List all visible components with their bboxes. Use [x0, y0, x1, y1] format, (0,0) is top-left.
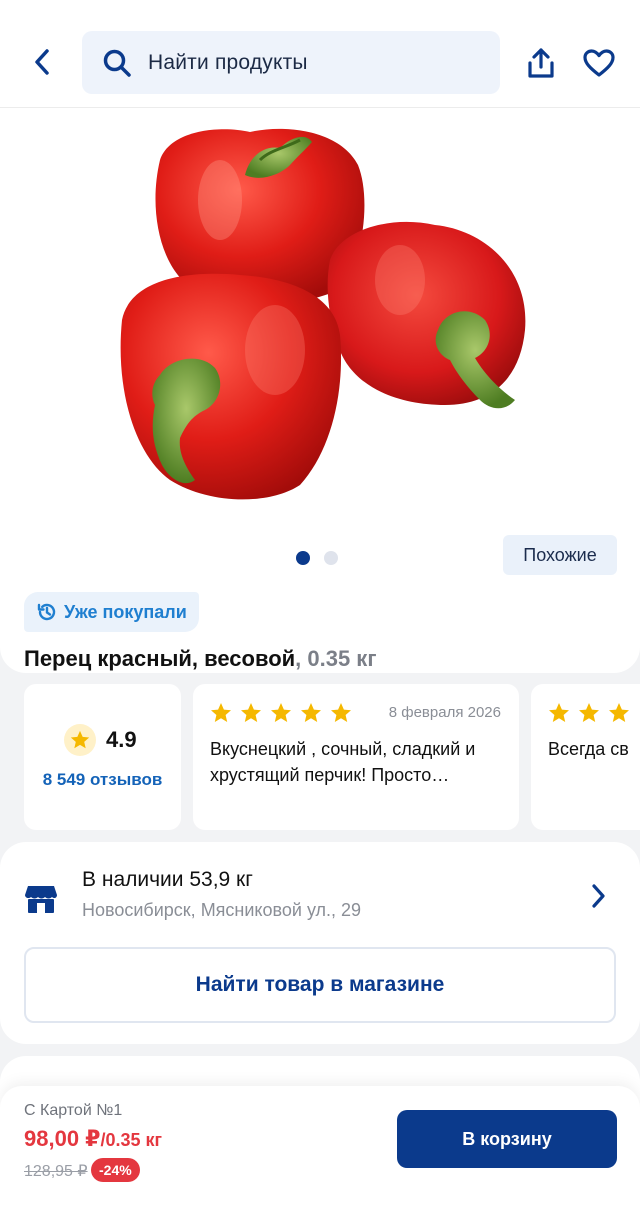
already-bought-badge: Уже покупали — [24, 592, 199, 632]
search-icon — [103, 49, 131, 77]
already-bought-label: Уже покупали — [64, 601, 187, 622]
review-text: Вкуснецкий , сочный, сладкий и хрустящий… — [210, 739, 476, 785]
review-card[interactable]: 8 февраля 2026 Вкуснецкий , сочный, слад… — [193, 684, 519, 830]
share-icon — [528, 48, 554, 78]
rating-star — [64, 724, 96, 756]
favorite-button[interactable] — [580, 44, 618, 82]
search-placeholder: Найти продукты — [148, 50, 308, 74]
product-weight: , 0.35 кг — [295, 646, 377, 671]
star-icon — [301, 703, 321, 722]
add-to-cart-button[interactable]: В корзину — [397, 1110, 617, 1168]
price-value: 98,00 ₽ — [24, 1126, 101, 1151]
star-icon — [211, 703, 231, 722]
availability-card: В наличии 53,9 кг Новосибирск, Мясниково… — [0, 842, 640, 1044]
price-unit: /0.35 кг — [100, 1130, 163, 1150]
review-card[interactable]: Всегда св — [531, 684, 640, 830]
review-text: Всегда св — [548, 739, 629, 759]
rating-value: 4.9 — [106, 727, 137, 752]
star-icon — [241, 703, 261, 722]
search-input[interactable]: Найти продукты — [82, 31, 500, 94]
gallery-dot[interactable] — [324, 551, 338, 565]
review-date: 8 февраля 2026 — [388, 704, 501, 721]
top-bar: Найти продукты — [0, 0, 640, 108]
discount-badge: -24% — [91, 1158, 140, 1182]
share-button[interactable] — [522, 44, 560, 82]
back-button[interactable] — [22, 40, 62, 84]
store-details-button[interactable] — [586, 882, 610, 910]
store-address: Новосибирск, Мясниковой ул., 29 — [82, 900, 362, 920]
similar-button[interactable]: Похожие — [503, 535, 617, 575]
chevron-left-icon — [35, 49, 49, 75]
chevron-right-icon — [592, 884, 605, 908]
price: 98,00 ₽/0.35 кг — [24, 1126, 162, 1152]
review-stars — [209, 701, 353, 725]
star-icon — [609, 703, 629, 722]
gallery-pagination — [296, 551, 338, 565]
rating-summary: 4.9 — [64, 724, 137, 756]
star-icon — [331, 703, 351, 722]
heart-icon — [583, 49, 615, 77]
gallery-dot-active[interactable] — [296, 551, 310, 565]
product-hero: Похожие Уже покупали Перец красный, весо… — [0, 108, 640, 673]
purchase-bar: С Картой №1 98,00 ₽/0.35 кг 128,95 ₽ -24… — [0, 1086, 640, 1209]
review-stars — [547, 701, 631, 725]
product-title: Перец красный, весовой, 0.35 кг — [24, 646, 377, 672]
store-icon — [25, 886, 57, 913]
old-price: 128,95 ₽ — [24, 1163, 88, 1180]
star-icon — [549, 703, 569, 722]
stock-amount: В наличии 53,9 кг — [82, 868, 253, 891]
loyalty-card-label: С Картой №1 — [24, 1102, 123, 1119]
star-icon — [271, 703, 291, 722]
reviews-count-link[interactable]: 8 549 отзывов — [24, 770, 181, 790]
reviews-carousel[interactable]: 4.9 8 549 отзывов 8 февраля 2026 Вкуснец… — [0, 684, 640, 832]
rating-summary-card[interactable]: 4.9 8 549 отзывов — [24, 684, 181, 830]
product-image[interactable] — [100, 120, 540, 500]
product-name: Перец красный, весовой — [24, 646, 296, 671]
star-icon — [579, 703, 599, 722]
star-icon — [70, 730, 90, 749]
find-in-store-button[interactable]: Найти товар в магазине — [24, 947, 616, 1023]
history-icon — [37, 603, 56, 621]
